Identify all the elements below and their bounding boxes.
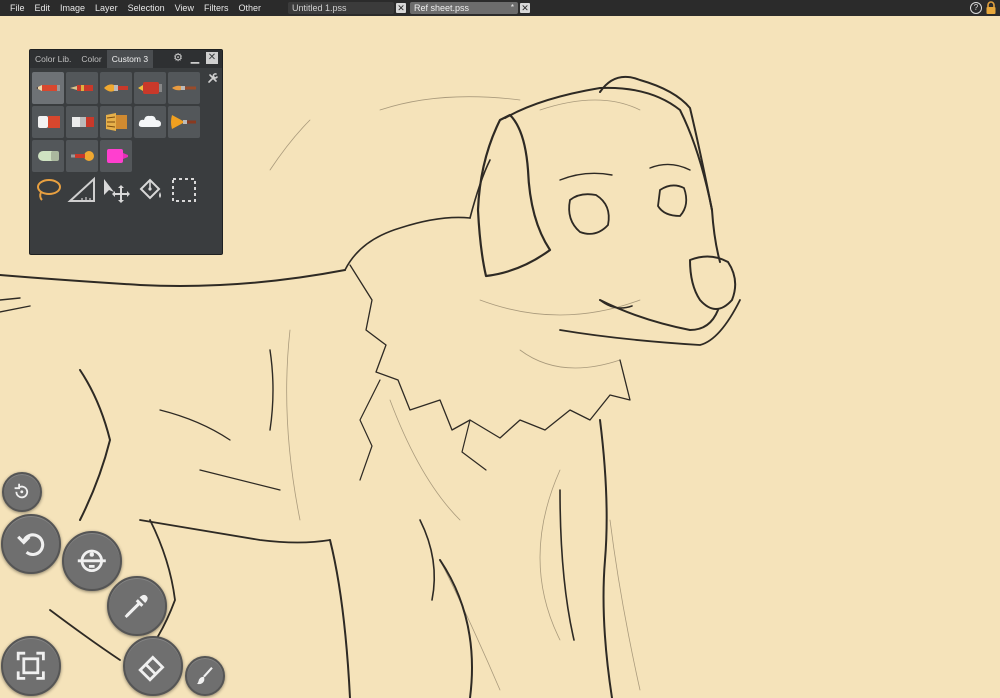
pencil-tool[interactable] xyxy=(32,72,64,104)
highlighter-icon xyxy=(107,149,128,163)
menu-view[interactable]: View xyxy=(170,0,199,16)
fine-brush-tool[interactable] xyxy=(168,72,200,104)
eraser-tool[interactable] xyxy=(32,106,64,138)
modified-indicator: * xyxy=(510,3,514,12)
menu-selection[interactable]: Selection xyxy=(123,0,170,16)
zoom-pan-button[interactable] xyxy=(62,531,122,591)
smudge-icon xyxy=(71,151,94,161)
document-tab-untitled[interactable]: Untitled 1.pss ✕ xyxy=(288,2,406,14)
pen-icon xyxy=(70,85,93,91)
minimize-icon[interactable]: ▁ xyxy=(189,52,201,64)
rotate-icon xyxy=(14,483,29,499)
menu-edit[interactable]: Edit xyxy=(30,0,56,16)
settings-gear-icon[interactable]: ⚙ xyxy=(172,52,184,64)
ruler-tool[interactable] xyxy=(66,174,98,206)
document-name: Ref sheet.pss xyxy=(414,3,470,13)
fit-screen-icon xyxy=(17,652,45,680)
lock-icon[interactable] xyxy=(985,1,997,15)
close-tab-icon[interactable]: ✕ xyxy=(396,3,406,13)
undo-icon xyxy=(17,533,45,557)
tab-color[interactable]: Color xyxy=(76,50,106,68)
fan-brush-icon xyxy=(171,115,196,129)
zoom-pan-icon xyxy=(78,549,106,573)
lasso-tool[interactable] xyxy=(32,174,64,206)
marker-tool[interactable] xyxy=(134,72,166,104)
select-rectangle-tool[interactable] xyxy=(168,174,200,206)
tool-grid xyxy=(32,72,200,206)
texture-brush-icon xyxy=(106,113,127,131)
highlighter-tool[interactable] xyxy=(100,140,132,172)
rotate-reset-button[interactable] xyxy=(2,472,42,512)
marker-icon xyxy=(138,82,162,94)
menu-filters[interactable]: Filters xyxy=(199,0,234,16)
document-tab-label[interactable]: Untitled 1.pss xyxy=(288,2,394,14)
fine-brush-icon xyxy=(172,85,196,91)
eraser-icon xyxy=(38,116,60,128)
brush-panel: Color Lib. Color Custom 3 ⚙ ▁ ✕ xyxy=(29,49,223,255)
ruler-icon xyxy=(67,176,95,202)
smudge-tool[interactable] xyxy=(66,140,98,172)
soft-eraser-icon xyxy=(72,117,94,127)
empty-slot xyxy=(168,140,200,172)
eraser-button[interactable] xyxy=(123,636,183,696)
panel-controls: ⚙ ▁ ✕ xyxy=(172,52,218,64)
marquee-icon xyxy=(172,178,196,202)
menu-bar: File Edit Image Layer Selection View Fil… xyxy=(0,0,1000,16)
lasso-icon xyxy=(37,179,61,201)
soft-eraser-tool[interactable] xyxy=(66,106,98,138)
eyedropper-button[interactable] xyxy=(107,576,167,636)
menu-image[interactable]: Image xyxy=(55,0,90,16)
undo-button[interactable] xyxy=(1,514,61,574)
help-icon[interactable]: ? xyxy=(970,2,982,14)
tab-color-lib[interactable]: Color Lib. xyxy=(30,50,76,68)
document-tab-ref-sheet[interactable]: Ref sheet.pss * ✕ xyxy=(410,2,530,14)
brush-icon xyxy=(104,84,128,92)
cloud-icon xyxy=(138,115,161,127)
fill-tool[interactable] xyxy=(134,174,166,206)
eraser-icon xyxy=(138,655,165,682)
close-tab-icon[interactable]: ✕ xyxy=(520,3,530,13)
fit-view-button[interactable] xyxy=(1,636,61,696)
close-panel-icon[interactable]: ✕ xyxy=(206,52,218,64)
blender-tool[interactable] xyxy=(32,140,64,172)
technical-pen-tool[interactable] xyxy=(66,72,98,104)
move-tool[interactable] xyxy=(100,174,132,206)
fan-brush-tool[interactable] xyxy=(168,106,200,138)
tab-custom-3[interactable]: Custom 3 xyxy=(106,50,154,68)
paint-bucket-icon xyxy=(139,178,161,200)
brush-icon xyxy=(196,667,214,685)
document-tabs: Untitled 1.pss ✕ Ref sheet.pss * ✕ xyxy=(288,2,530,14)
brush-tool[interactable] xyxy=(100,72,132,104)
wrench-icon[interactable] xyxy=(207,72,219,84)
document-tab-label[interactable]: Ref sheet.pss * xyxy=(410,2,518,14)
texture-brush-tool[interactable] xyxy=(100,106,132,138)
panel-tabs: Color Lib. Color Custom 3 ⚙ ▁ ✕ xyxy=(30,50,222,68)
eyedropper-icon xyxy=(124,595,148,619)
menu-other[interactable]: Other xyxy=(233,0,266,16)
blender-icon xyxy=(38,151,59,161)
menu-layer[interactable]: Layer xyxy=(90,0,123,16)
cloud-brush-tool[interactable] xyxy=(134,106,166,138)
brush-button[interactable] xyxy=(185,656,225,696)
pencil-icon xyxy=(36,85,60,91)
move-icon xyxy=(104,179,130,203)
menu-file[interactable]: File xyxy=(0,0,30,16)
empty-slot xyxy=(134,140,166,172)
